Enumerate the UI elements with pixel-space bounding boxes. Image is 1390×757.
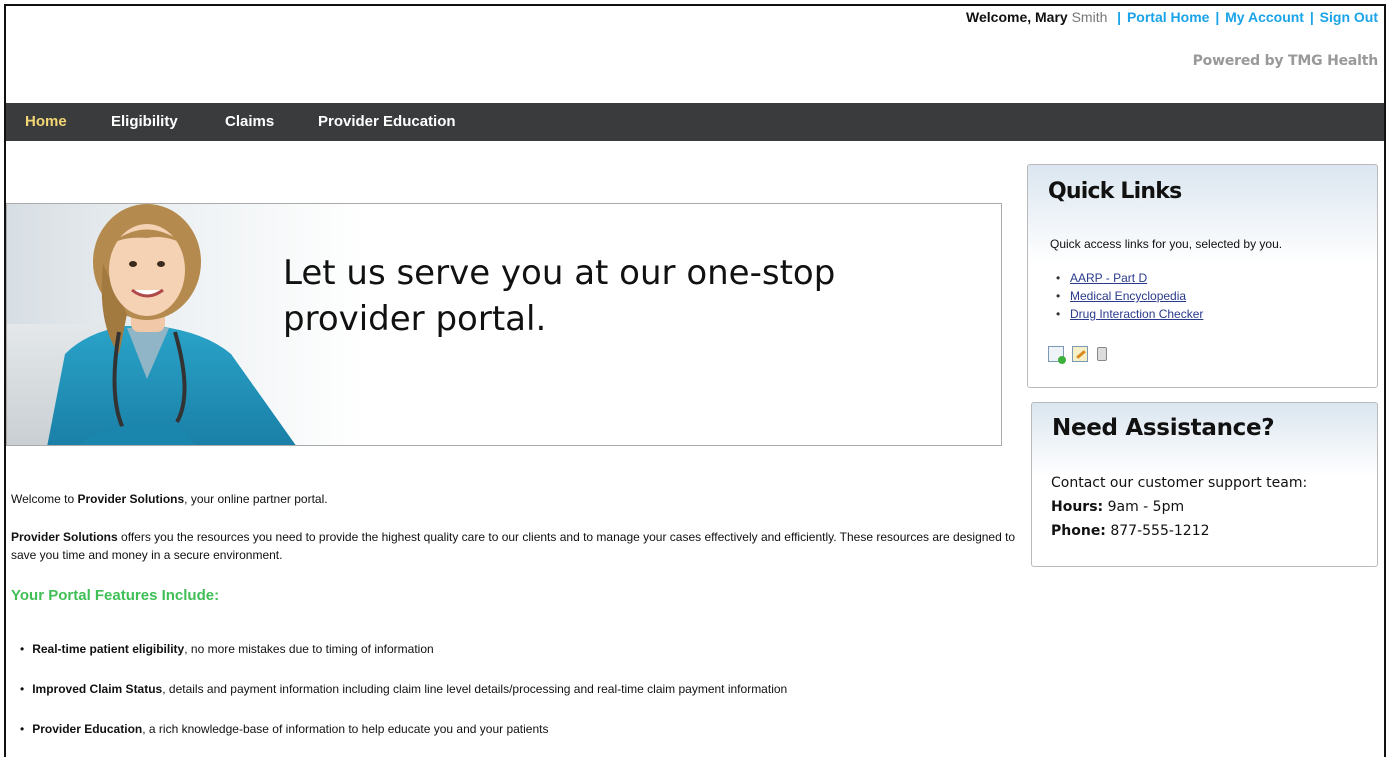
feature-item: • Real-time patient eligibility, no more … [20, 642, 434, 656]
separator: | [1215, 9, 1220, 25]
feature-desc: , details and payment information includ… [162, 682, 788, 696]
feature-item: • Provider Education, a rich knowledge-ba… [20, 722, 549, 736]
welcome-text: Welcome, Mary [966, 9, 1068, 25]
phone-label: Phone: [1051, 523, 1106, 539]
add-link-icon[interactable] [1048, 345, 1066, 364]
feature-desc: , no more mistakes due to timing of info… [184, 642, 434, 656]
quick-links-actions [1048, 345, 1111, 364]
intro-paragraph: Welcome to Provider Solutions, your onli… [11, 490, 328, 508]
intro-text: Welcome to [11, 492, 78, 506]
intro-text: , your online partner portal. [184, 492, 328, 506]
feature-item: • Improved Claim Status, details and paym… [20, 682, 787, 696]
nav-claims[interactable]: Claims [225, 113, 274, 130]
quick-links-panel: Quick Links Quick access links for you, … [1027, 164, 1378, 388]
hours-label: Hours: [1051, 499, 1104, 515]
bullet: • [1056, 289, 1061, 303]
bullet: • [1056, 307, 1061, 321]
quick-link-aarp[interactable]: AARP - Part D [1070, 271, 1147, 285]
portal-home-link[interactable]: Portal Home [1127, 9, 1209, 25]
assistance-title: Need Assistance? [1052, 415, 1275, 441]
welcome-last-name: Smith [1071, 9, 1108, 25]
page-frame: Welcome, Mary Smith | Portal Home | My A… [4, 4, 1386, 757]
nav-provider-education[interactable]: Provider Education [318, 113, 456, 130]
bullet: • [1056, 271, 1061, 285]
quick-link-drug-interaction[interactable]: Drug Interaction Checker [1070, 307, 1203, 321]
hero-banner: Let us serve you at our one-stop provide… [6, 203, 1002, 446]
bullet: • [20, 722, 25, 736]
hours-row: Hours: 9am - 5pm [1051, 499, 1184, 515]
description-text: offers you the resources you need to pro… [11, 530, 1016, 562]
description-paragraph: Provider Solutions offers you the resour… [11, 528, 1021, 564]
feature-name: Provider Education [32, 722, 143, 736]
phone-value: 877-555-1212 [1105, 523, 1210, 539]
separator: | [1309, 9, 1314, 25]
edit-link-icon[interactable] [1072, 345, 1089, 362]
nav-eligibility[interactable]: Eligibility [111, 113, 178, 130]
powered-by-logo: Powered by TMG Health [1192, 53, 1379, 69]
features-heading: Your Portal Features Include: [11, 587, 220, 604]
brand-name: Provider Solutions [11, 530, 118, 544]
delete-link-icon[interactable] [1096, 346, 1107, 361]
bullet: • [20, 642, 25, 656]
hero-headline: Let us serve you at our one-stop provide… [283, 253, 836, 339]
hours-value: 9am - 5pm [1103, 499, 1185, 515]
list-item: • AARP - Part D [1056, 269, 1203, 287]
assistance-panel: Need Assistance? Contact our customer su… [1031, 402, 1378, 567]
quick-links-title: Quick Links [1048, 179, 1182, 204]
nav-home[interactable]: Home [25, 113, 67, 130]
feature-name: Improved Claim Status [32, 682, 163, 696]
sign-out-link[interactable]: Sign Out [1320, 9, 1378, 25]
quick-links-list: • AARP - Part D • Medical Encyclopedia • Dr… [1056, 269, 1203, 323]
bullet: • [20, 682, 25, 696]
contact-text: Contact our customer support team: [1051, 475, 1308, 491]
my-account-link[interactable]: My Account [1225, 9, 1304, 25]
list-item: • Drug Interaction Checker [1056, 305, 1203, 323]
feature-name: Real-time patient eligibility [32, 642, 185, 656]
main-nav: Home Eligibility Claims Provider Educati… [6, 103, 1384, 141]
nurse-image [47, 204, 296, 445]
list-item: • Medical Encyclopedia [1056, 287, 1203, 305]
quick-link-medical-encyclopedia[interactable]: Medical Encyclopedia [1070, 289, 1186, 303]
quick-links-description: Quick access links for you, selected by … [1050, 237, 1283, 251]
user-bar: Welcome, Mary Smith | Portal Home | My A… [966, 9, 1378, 25]
feature-desc: , a rich knowledge-base of information t… [142, 722, 549, 736]
brand-name: Provider Solutions [77, 492, 185, 506]
separator: | [1113, 9, 1122, 25]
phone-row: Phone: 877-555-1212 [1051, 523, 1210, 539]
